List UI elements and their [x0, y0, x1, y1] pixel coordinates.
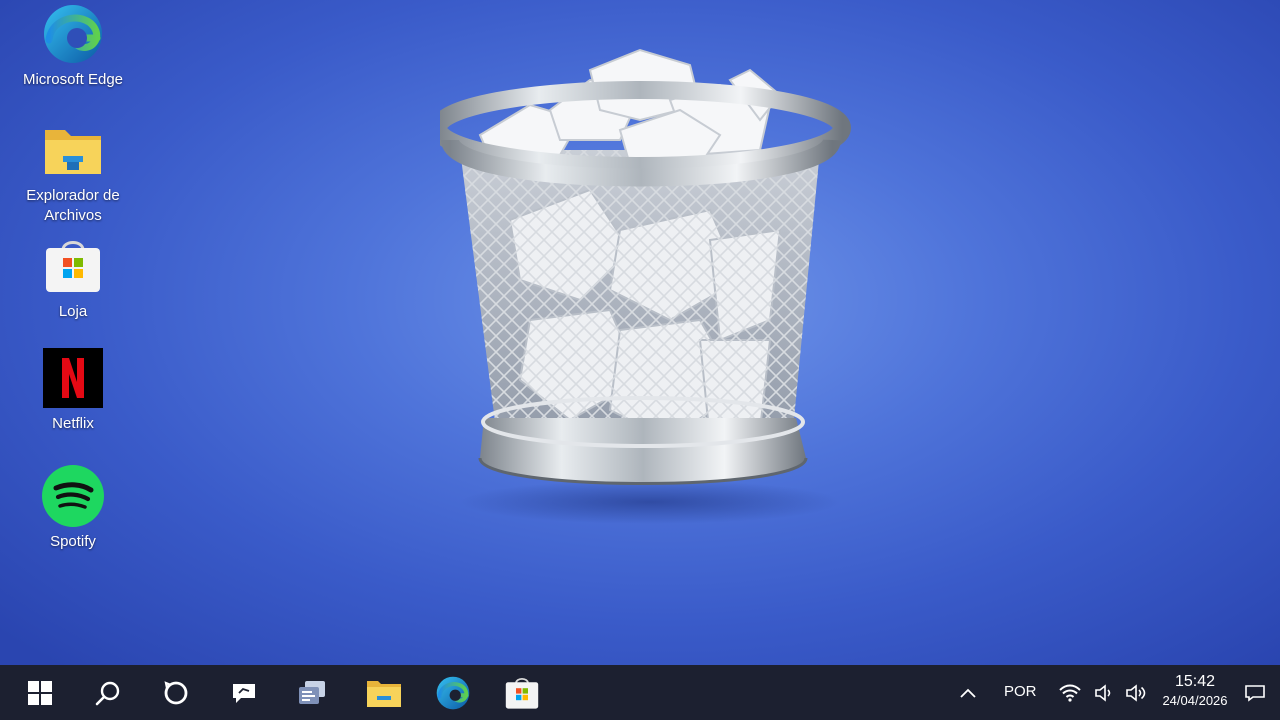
wifi-icon	[1059, 684, 1081, 702]
spotify-icon	[41, 464, 105, 528]
desktop-icon-store[interactable]: Loja	[18, 234, 128, 322]
desktop-icon-label: Loja	[58, 303, 88, 320]
show-hidden-icons-button[interactable]	[952, 665, 984, 720]
cortana-button[interactable]	[146, 665, 206, 720]
task-view-button[interactable]	[282, 665, 342, 720]
desktop-icon-spotify[interactable]: Spotify	[18, 464, 128, 552]
search-icon	[95, 681, 120, 705]
start-button[interactable]	[10, 665, 70, 720]
desktop: Microsoft Edge Explorador de Archivos Lo…	[0, 0, 1280, 665]
clock-date: 24/04/2026	[1162, 693, 1228, 708]
folder-icon	[367, 680, 401, 707]
netflix-icon	[41, 346, 105, 410]
desktop-icon-label: Explorador de Archivos	[26, 187, 120, 224]
store-icon	[505, 677, 539, 709]
taskbar-file-explorer-button[interactable]	[354, 665, 414, 720]
desktop-icon-label: Spotify	[50, 533, 96, 550]
search-button[interactable]	[78, 665, 138, 720]
chevron-up-icon	[960, 688, 976, 698]
desktop-icon-netflix[interactable]: Netflix	[18, 346, 128, 434]
taskbar: POR 15:42 24/04/2026	[0, 665, 1280, 720]
taskbar-store-button[interactable]	[492, 665, 552, 720]
windows-start-icon	[28, 680, 52, 705]
folder-icon	[41, 118, 105, 182]
language-indicator[interactable]: POR	[1004, 683, 1037, 700]
desktop-icon-label: Netflix	[52, 415, 94, 432]
clock-time: 15:42	[1174, 673, 1216, 690]
edge-icon	[41, 2, 105, 66]
edge-icon	[436, 676, 470, 709]
speaker-icon	[1095, 683, 1111, 702]
taskbar-edge-button[interactable]	[423, 665, 483, 720]
volume-button[interactable]	[1122, 665, 1150, 720]
notification-icon	[1245, 684, 1265, 702]
recycle-bin-wallpaper-image	[429, 40, 860, 530]
chat-button[interactable]	[214, 665, 274, 720]
desktop-icon-file-explorer[interactable]: Explorador de Archivos	[18, 118, 128, 226]
desktop-icon-label: Microsoft Edge	[22, 71, 124, 88]
desktop-icon-edge[interactable]: Microsoft Edge	[18, 2, 128, 90]
chat-icon	[233, 683, 255, 703]
notifications-button[interactable]	[1240, 665, 1270, 720]
clock[interactable]: 15:42 24/04/2026	[1152, 672, 1238, 709]
network-button[interactable]	[1055, 665, 1085, 720]
cortana-icon	[164, 680, 188, 704]
speaker-secondary-button[interactable]	[1090, 665, 1118, 720]
volume-icon	[1126, 683, 1146, 702]
store-icon	[41, 234, 105, 298]
task-view-icon	[299, 680, 325, 704]
